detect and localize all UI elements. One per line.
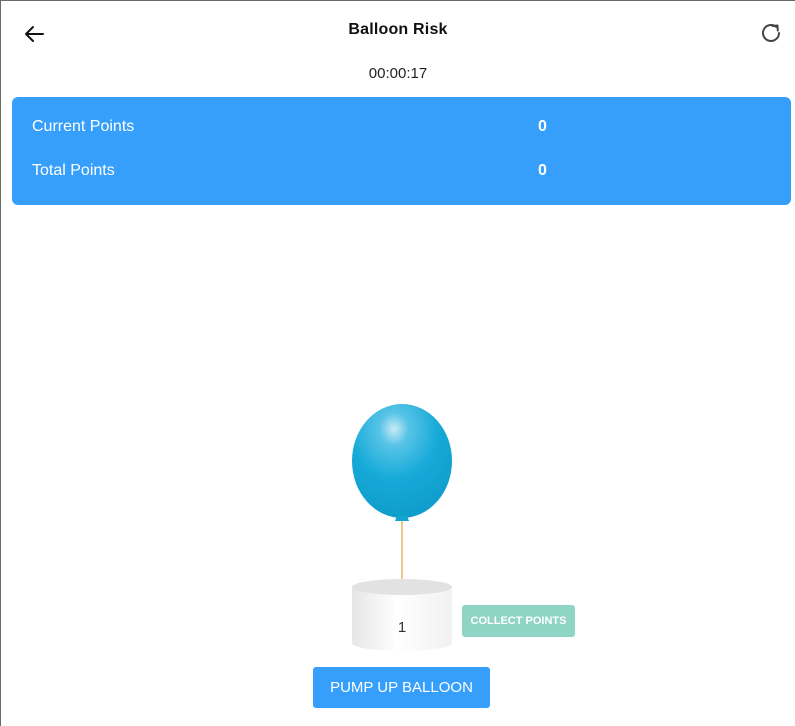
pump-base-top: [352, 579, 452, 595]
points-card: Current Points 0 Total Points 0: [12, 97, 791, 205]
pump-balloon-button[interactable]: PUMP UP BALLOON: [313, 667, 490, 708]
current-points-row: Current Points 0: [32, 118, 772, 140]
pump-count: 1: [397, 619, 407, 636]
current-points-label: Current Points: [32, 118, 135, 135]
app-frame: Balloon Risk 00:00:17 Current Points 0 T…: [0, 0, 795, 726]
reload-button[interactable]: [757, 19, 785, 47]
current-points-value: 0: [538, 118, 547, 135]
balloon-string: [401, 521, 403, 584]
game-timer: 00:00:17: [368, 65, 428, 82]
balloon: [352, 404, 452, 521]
total-points-value: 0: [538, 162, 547, 179]
reload-icon: [762, 24, 780, 42]
total-points-row: Total Points 0: [32, 162, 772, 184]
total-points-label: Total Points: [32, 162, 115, 179]
page-title: Balloon Risk: [348, 21, 448, 38]
collect-points-button[interactable]: COLLECT POINTS: [462, 605, 575, 637]
pump-base: 1: [352, 579, 452, 651]
